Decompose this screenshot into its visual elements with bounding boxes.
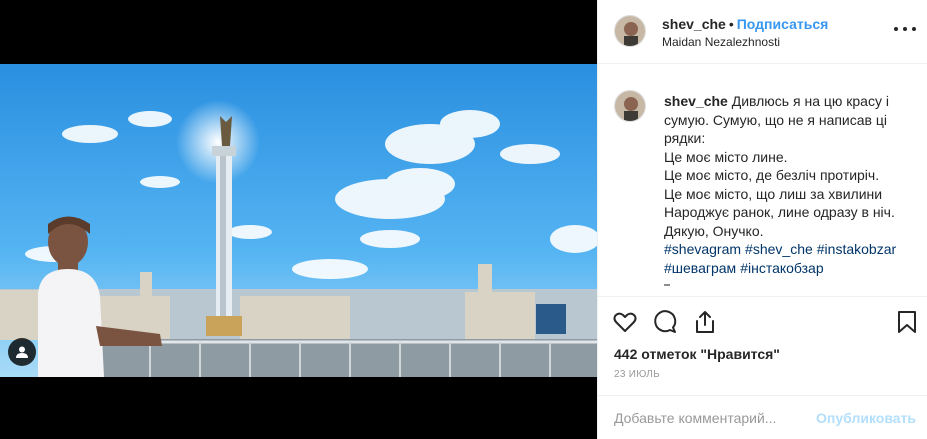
share-icon[interactable] — [692, 309, 718, 335]
post-header: shev_che • Подписаться Maidan Nezalezhnost… — [598, 0, 927, 64]
caption-line: shev_che Дивлюсь я на цю красу і — [664, 92, 920, 111]
user-tag-button[interactable] — [8, 338, 36, 366]
follow-button[interactable]: Подписаться — [737, 16, 829, 32]
hashtag-link[interactable]: #шеваграм — [664, 260, 736, 276]
location-link[interactable]: Maidan Nezalezhnosti — [662, 35, 780, 49]
caption-line: Це моє місто, що лиш за хвилини — [664, 185, 883, 202]
caption-line: сумую. Сумую, що не я написав ці — [664, 111, 887, 128]
caption-line: Це моє місто лине. — [664, 148, 788, 165]
caption-line: Народжує ранок, лине одразу в ніч. — [664, 204, 895, 220]
header-username[interactable]: shev_che — [662, 16, 726, 32]
photo-illustration — [0, 64, 597, 377]
post-photo[interactable] — [0, 64, 597, 377]
hashtags-line: #шеваграм #інстакобзар — [664, 259, 920, 278]
scroll-indicator — [664, 284, 670, 288]
avatar[interactable] — [614, 90, 646, 122]
avatar-image — [615, 91, 645, 121]
caption-line: Дякую, Онучко. — [664, 222, 764, 239]
separator-dot: • — [728, 16, 734, 32]
heart-icon[interactable] — [612, 309, 638, 335]
hashtag-link[interactable]: #shev_che — [745, 241, 813, 257]
more-options-icon[interactable] — [894, 22, 916, 36]
caption-text: Дивлюсь я на цю красу і — [731, 93, 889, 109]
more-dot — [894, 27, 898, 31]
post-date[interactable]: 23 ИЮЛЬ — [614, 369, 660, 380]
publish-button[interactable]: Опубликовать — [816, 410, 916, 426]
bookmark-icon[interactable] — [894, 309, 920, 335]
more-dot — [903, 27, 907, 31]
comment-icon[interactable] — [652, 309, 678, 335]
hashtag-link[interactable]: #shevagram — [664, 241, 741, 257]
caption-line: Це моє місто, де безліч протиріч. — [664, 167, 880, 183]
post-side-panel: shev_che • Подписаться Maidan Nezalezhnost… — [597, 0, 927, 439]
header-user-line: shev_che • Подписаться — [662, 16, 828, 32]
comment-input[interactable] — [614, 410, 814, 426]
hashtags-line: #shevagram #shev_che #instakobzar — [664, 240, 920, 259]
action-bar — [598, 296, 927, 346]
avatar-image — [615, 16, 645, 46]
media-pane — [0, 0, 597, 439]
avatar[interactable] — [614, 15, 646, 47]
more-dot — [912, 27, 916, 31]
likes-count[interactable]: 442 отметок "Нравится" — [614, 346, 780, 362]
hashtag-link[interactable]: #instakobzar — [817, 241, 896, 257]
caption-username[interactable]: shev_che — [664, 93, 728, 109]
caption-line: рядки: — [664, 130, 706, 146]
post-caption: shev_che Дивлюсь я на цю красу і сумую. … — [664, 92, 920, 277]
comments-area: shev_che Дивлюсь я на цю красу і сумую. … — [598, 64, 927, 296]
comment-form: Опубликовать — [598, 395, 927, 439]
hashtag-link[interactable]: #інстакобзар — [740, 260, 823, 276]
user-tag-icon — [16, 346, 28, 358]
